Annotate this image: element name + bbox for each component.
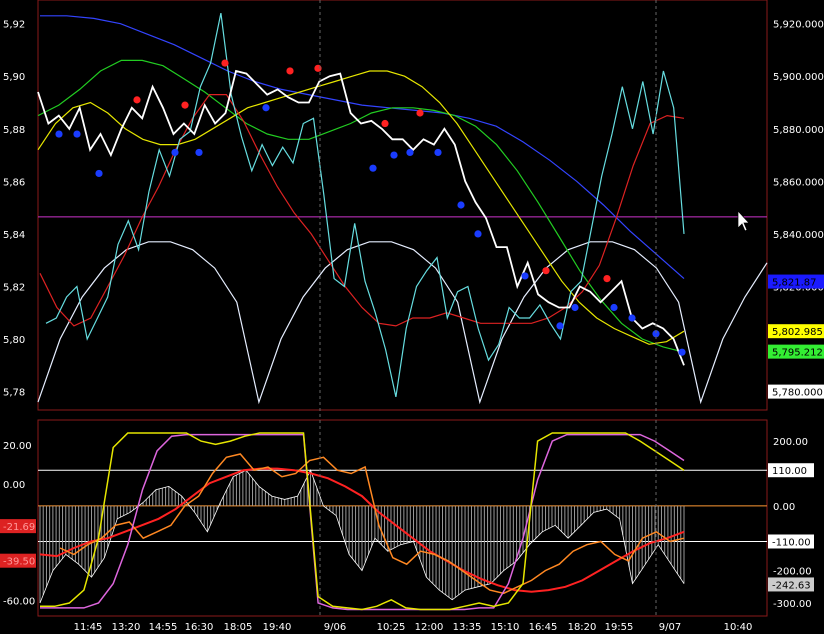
osc-right-value-text: 110.00 (772, 466, 807, 477)
x-axis-label: 18:05 (224, 622, 253, 633)
osc-left-value-text: -21.69 (3, 522, 35, 533)
blue-signal-dot (195, 148, 203, 157)
blue-signal-dot (571, 303, 579, 312)
price-left-tick: 5,80 (3, 335, 25, 346)
red-signal-dot (381, 119, 389, 128)
osc-right-tick: -300.00 (773, 599, 812, 610)
osc-left-tick: 20.00 (3, 441, 32, 452)
x-axis: 11:45 13:20 14:55 16:30 18:05 19:40 9/06 10:25 1… (74, 622, 753, 633)
blue-signal-dot (55, 130, 63, 138)
x-axis-label: 10:40 (724, 622, 753, 633)
oscillator-frame (37, 419, 768, 617)
price-left-tick: 5,90 (3, 72, 25, 83)
x-axis-label: 16:30 (185, 622, 214, 633)
blue-signal-dot (678, 348, 686, 356)
blue-signal-dot (556, 322, 564, 330)
price-left-tick: 5,84 (3, 230, 25, 241)
osc-left-tick: 0.00 (3, 480, 25, 491)
osc-right-value-text: -110.00 (772, 537, 811, 548)
red-signal-dot (603, 274, 611, 283)
osc-right-tick: -200.00 (773, 567, 812, 578)
blue-signal-dot (390, 151, 398, 159)
price-right-tick: 5,900.000 (773, 72, 824, 83)
oscillator-panel: 20.00 0.00 -60.00 200.00 0.00 -200.00 -300.00 -… (0, 419, 814, 617)
price-left-tick: 5,82 (3, 282, 25, 293)
x-axis-label: 13:35 (453, 622, 482, 633)
x-axis-label: 15:10 (491, 622, 520, 633)
price-right-tick: 5,880.000 (773, 125, 824, 136)
price-panel: 5,92 5,90 5,88 5,86 5,84 5,82 5,80 5,78 5,920.00… (3, 0, 824, 411)
blue-signal-dot (73, 130, 81, 138)
chart-canvas: 5,92 5,90 5,88 5,86 5,84 5,82 5,80 5,78 5,920.00… (0, 0, 824, 633)
x-axis-label: 11:45 (74, 622, 103, 633)
x-axis-label: 18:20 (568, 622, 597, 633)
x-axis-label: 14:55 (149, 622, 178, 633)
blue-signal-dot (610, 303, 618, 312)
x-axis-label: 19:40 (263, 622, 292, 633)
red-signal-dot (416, 109, 424, 117)
price-label-text: 5,802.985 (772, 327, 823, 338)
x-axis-label: 10:25 (377, 622, 406, 633)
osc-left-value-text: -39.50 (3, 557, 35, 568)
red-signal-dot (221, 59, 229, 67)
red-signal-dot (542, 267, 550, 275)
blue-signal-dot (262, 104, 270, 112)
red-signal-dot (286, 67, 294, 75)
price-label-text: 5,821.87 (772, 278, 817, 289)
price-label-text: 5,795.212 (772, 348, 823, 359)
blue-signal-dot (434, 148, 442, 157)
x-axis-label: 9/07 (659, 622, 681, 633)
price-left-tick: 5,78 (3, 388, 25, 399)
osc-left-tick: -60.00 (3, 596, 35, 607)
blue-signal-dot (457, 201, 465, 209)
blue-signal-dot (95, 169, 103, 178)
red-signal-dot (181, 101, 189, 109)
red-signal-dot (314, 64, 322, 72)
blue-signal-dot (521, 272, 529, 280)
x-axis-label: 16:45 (529, 622, 558, 633)
x-axis-label: 13:20 (112, 622, 141, 633)
blue-signal-dot (628, 314, 636, 322)
price-left-tick: 5,86 (3, 177, 25, 188)
price-left-tick: 5,88 (3, 125, 25, 136)
price-label-text: 5,780.000 (772, 388, 823, 399)
red-signal-dot (133, 96, 141, 104)
osc-right-value-text: -242.63 (772, 580, 811, 591)
price-right-tick: 5,860.000 (773, 177, 824, 188)
x-axis-label: 12:00 (415, 622, 444, 633)
price-left-tick: 5,92 (3, 20, 25, 31)
osc-right-tick: 0.00 (773, 502, 795, 513)
x-axis-label: 19:55 (605, 622, 634, 633)
blue-signal-dot (474, 230, 482, 238)
price-right-tick: 5,840.000 (773, 230, 824, 241)
blue-signal-dot (406, 148, 414, 157)
blue-signal-dot (171, 148, 179, 157)
price-right-tick: 5,920.000 (773, 20, 824, 31)
blue-signal-dot (369, 164, 377, 172)
x-axis-label: 9/06 (324, 622, 346, 633)
osc-right-tick: 200.00 (773, 437, 808, 448)
